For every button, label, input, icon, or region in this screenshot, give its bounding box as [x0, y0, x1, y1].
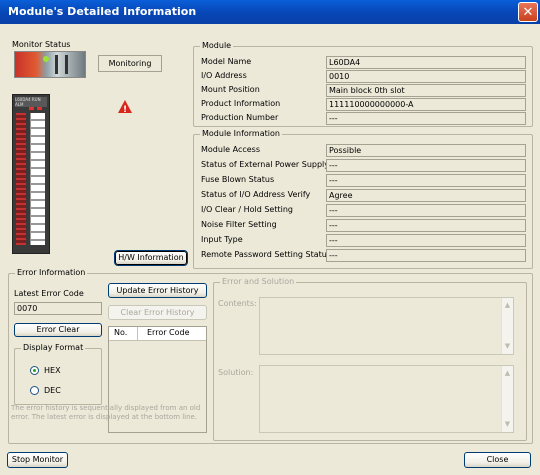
module-information-label: Module Information — [200, 129, 282, 138]
module-info-row-value: --- — [326, 249, 526, 262]
solution-textarea[interactable]: ▲ ▼ — [259, 365, 514, 433]
module-row-value: 0010 — [326, 70, 526, 83]
latest-error-code-field: 0070 — [14, 302, 102, 315]
module-row-value: Main block 0th slot — [326, 84, 526, 97]
stop-monitor-button[interactable]: Stop Monitor — [7, 452, 68, 468]
close-icon[interactable]: ✕ — [518, 2, 538, 22]
update-error-history-button[interactable]: Update Error History — [108, 283, 207, 298]
display-format-group: Display Format — [14, 343, 102, 405]
module-row-label: Mount Position — [201, 85, 260, 94]
error-information-label: Error Information — [15, 268, 88, 277]
module-row-value: 111110000000000-A — [326, 98, 526, 111]
monitor-status-icon — [14, 51, 86, 78]
hex-label[interactable]: HEX — [44, 366, 61, 375]
close-button[interactable]: Close — [464, 452, 531, 468]
display-format-label: Display Format — [21, 343, 86, 352]
warning-icon: ! — [118, 100, 132, 113]
module-info-row-label: Status of I/O Address Verify — [201, 190, 311, 199]
hex-radio[interactable] — [30, 366, 39, 375]
table-header-no[interactable]: No. — [114, 328, 127, 337]
module-row-value: L60DA4 — [326, 56, 526, 69]
solution-scrollbar[interactable]: ▲ ▼ — [501, 366, 513, 432]
warning-icon-glyph: ! — [123, 105, 127, 113]
module-info-row-value: Possible — [326, 144, 526, 157]
module-info-row-value: Agree — [326, 189, 526, 202]
module-row-label: Product Information — [201, 99, 281, 108]
table-header-error-code[interactable]: Error Code — [147, 328, 190, 337]
solution-label: Solution: — [218, 368, 254, 377]
clear-error-history-button[interactable]: Clear Error History — [108, 305, 207, 320]
dec-label[interactable]: DEC — [44, 386, 61, 395]
module-group-label: Module — [200, 41, 234, 50]
module-info-row-value: --- — [326, 234, 526, 247]
module-info-row-label: Module Access — [201, 145, 261, 154]
window-title: Module's Detailed Information — [8, 5, 197, 18]
module-row-value: --- — [326, 112, 526, 125]
scroll-down-icon[interactable]: ▼ — [503, 342, 512, 351]
module-info-row-value: --- — [326, 174, 526, 187]
scroll-down-icon[interactable]: ▼ — [503, 420, 512, 429]
contents-label: Contents: — [218, 299, 257, 308]
module-info-row-value: --- — [326, 204, 526, 217]
dec-radio[interactable] — [30, 386, 39, 395]
module-info-row-label: Status of External Power Supply — [201, 160, 330, 169]
module-info-row-value: --- — [326, 219, 526, 232]
hw-information-label: H/W Information — [118, 253, 184, 262]
module-row-label: I/O Address — [201, 71, 247, 80]
latest-error-code-label: Latest Error Code — [14, 289, 84, 298]
module-info-row-label: I/O Clear / Hold Setting — [201, 205, 293, 214]
error-clear-button[interactable]: Error Clear — [14, 323, 102, 337]
error-history-note: The error history is sequentially displa… — [11, 404, 201, 421]
error-and-solution-label: Error and Solution — [220, 277, 297, 286]
plc-module-image: L60DA4 RUN ALM — [12, 94, 50, 254]
dialog-body: Monitor Status Monitoring L60DA4 RUN ALM… — [0, 24, 540, 475]
scroll-up-icon[interactable]: ▲ — [503, 369, 512, 378]
contents-scrollbar[interactable]: ▲ ▼ — [501, 298, 513, 354]
hw-information-button[interactable]: H/W Information — [114, 250, 188, 266]
module-row-label: Production Number — [201, 113, 279, 122]
module-info-row-label: Input Type — [201, 235, 243, 244]
module-row-label: Model Name — [201, 57, 252, 66]
monitor-status-label: Monitor Status — [10, 40, 73, 49]
module-info-row-label: Fuse Blown Status — [201, 175, 275, 184]
contents-textarea[interactable]: ▲ ▼ — [259, 297, 514, 355]
module-info-row-label: Remote Password Setting Status — [201, 250, 331, 259]
title-bar: Module's Detailed Information ✕ — [0, 0, 540, 24]
monitor-status-text: Monitoring — [98, 55, 162, 72]
module-info-row-value: --- — [326, 159, 526, 172]
scroll-up-icon[interactable]: ▲ — [503, 301, 512, 310]
module-info-row-label: Noise Filter Setting — [201, 220, 277, 229]
